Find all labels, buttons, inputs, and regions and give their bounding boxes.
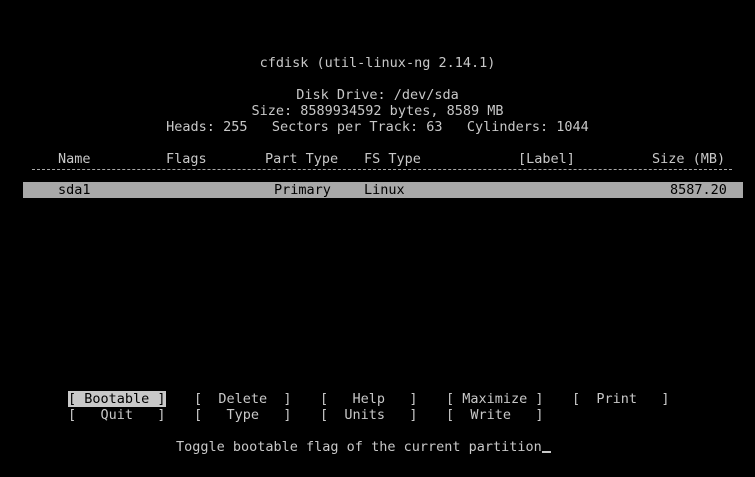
status-line: Toggle bootable flag of the current part… xyxy=(176,439,551,455)
app-title: cfdisk (util-linux-ng 2.14.1) xyxy=(259,55,496,71)
cursor-icon xyxy=(541,451,551,453)
help-button[interactable]: [ Help ] xyxy=(320,391,418,407)
disk-geometry: Heads: 255 Sectors per Track: 63 Cylinde… xyxy=(166,119,589,135)
row-name: sda1 xyxy=(58,182,91,198)
header-part-type: Part Type xyxy=(265,151,339,167)
cfdisk-screen: { "title": "cfdisk (util-linux-ng 2.14.1… xyxy=(0,0,755,477)
delete-button[interactable]: [ Delete ] xyxy=(194,391,292,407)
type-button[interactable]: [ Type ] xyxy=(194,407,292,423)
header-divider xyxy=(32,169,732,171)
disk-drive: Disk Drive: /dev/sda xyxy=(296,87,459,103)
header-flags: Flags xyxy=(166,151,207,167)
disk-size: Size: 8589934592 bytes, 8589 MB xyxy=(251,103,504,119)
header-label: [Label] xyxy=(518,151,575,167)
row-part-type: Primary xyxy=(274,182,331,198)
header-size: Size (MB) xyxy=(652,151,726,167)
row-size: 8587.20 xyxy=(670,182,727,198)
write-button[interactable]: [ Write ] xyxy=(446,407,544,423)
row-fs-type: Linux xyxy=(364,182,405,198)
partition-row-selected[interactable]: sda1 Primary Linux 8587.20 xyxy=(23,182,743,198)
quit-button[interactable]: [ Quit ] xyxy=(68,407,166,423)
print-button[interactable]: [ Print ] xyxy=(572,391,670,407)
status-text: Toggle bootable flag of the current part… xyxy=(176,439,542,455)
bootable-button[interactable]: [ Bootable ] xyxy=(68,391,166,407)
header-fs-type: FS Type xyxy=(364,151,421,167)
units-button[interactable]: [ Units ] xyxy=(320,407,418,423)
header-name: Name xyxy=(58,151,91,167)
maximize-button[interactable]: [ Maximize ] xyxy=(446,391,544,407)
